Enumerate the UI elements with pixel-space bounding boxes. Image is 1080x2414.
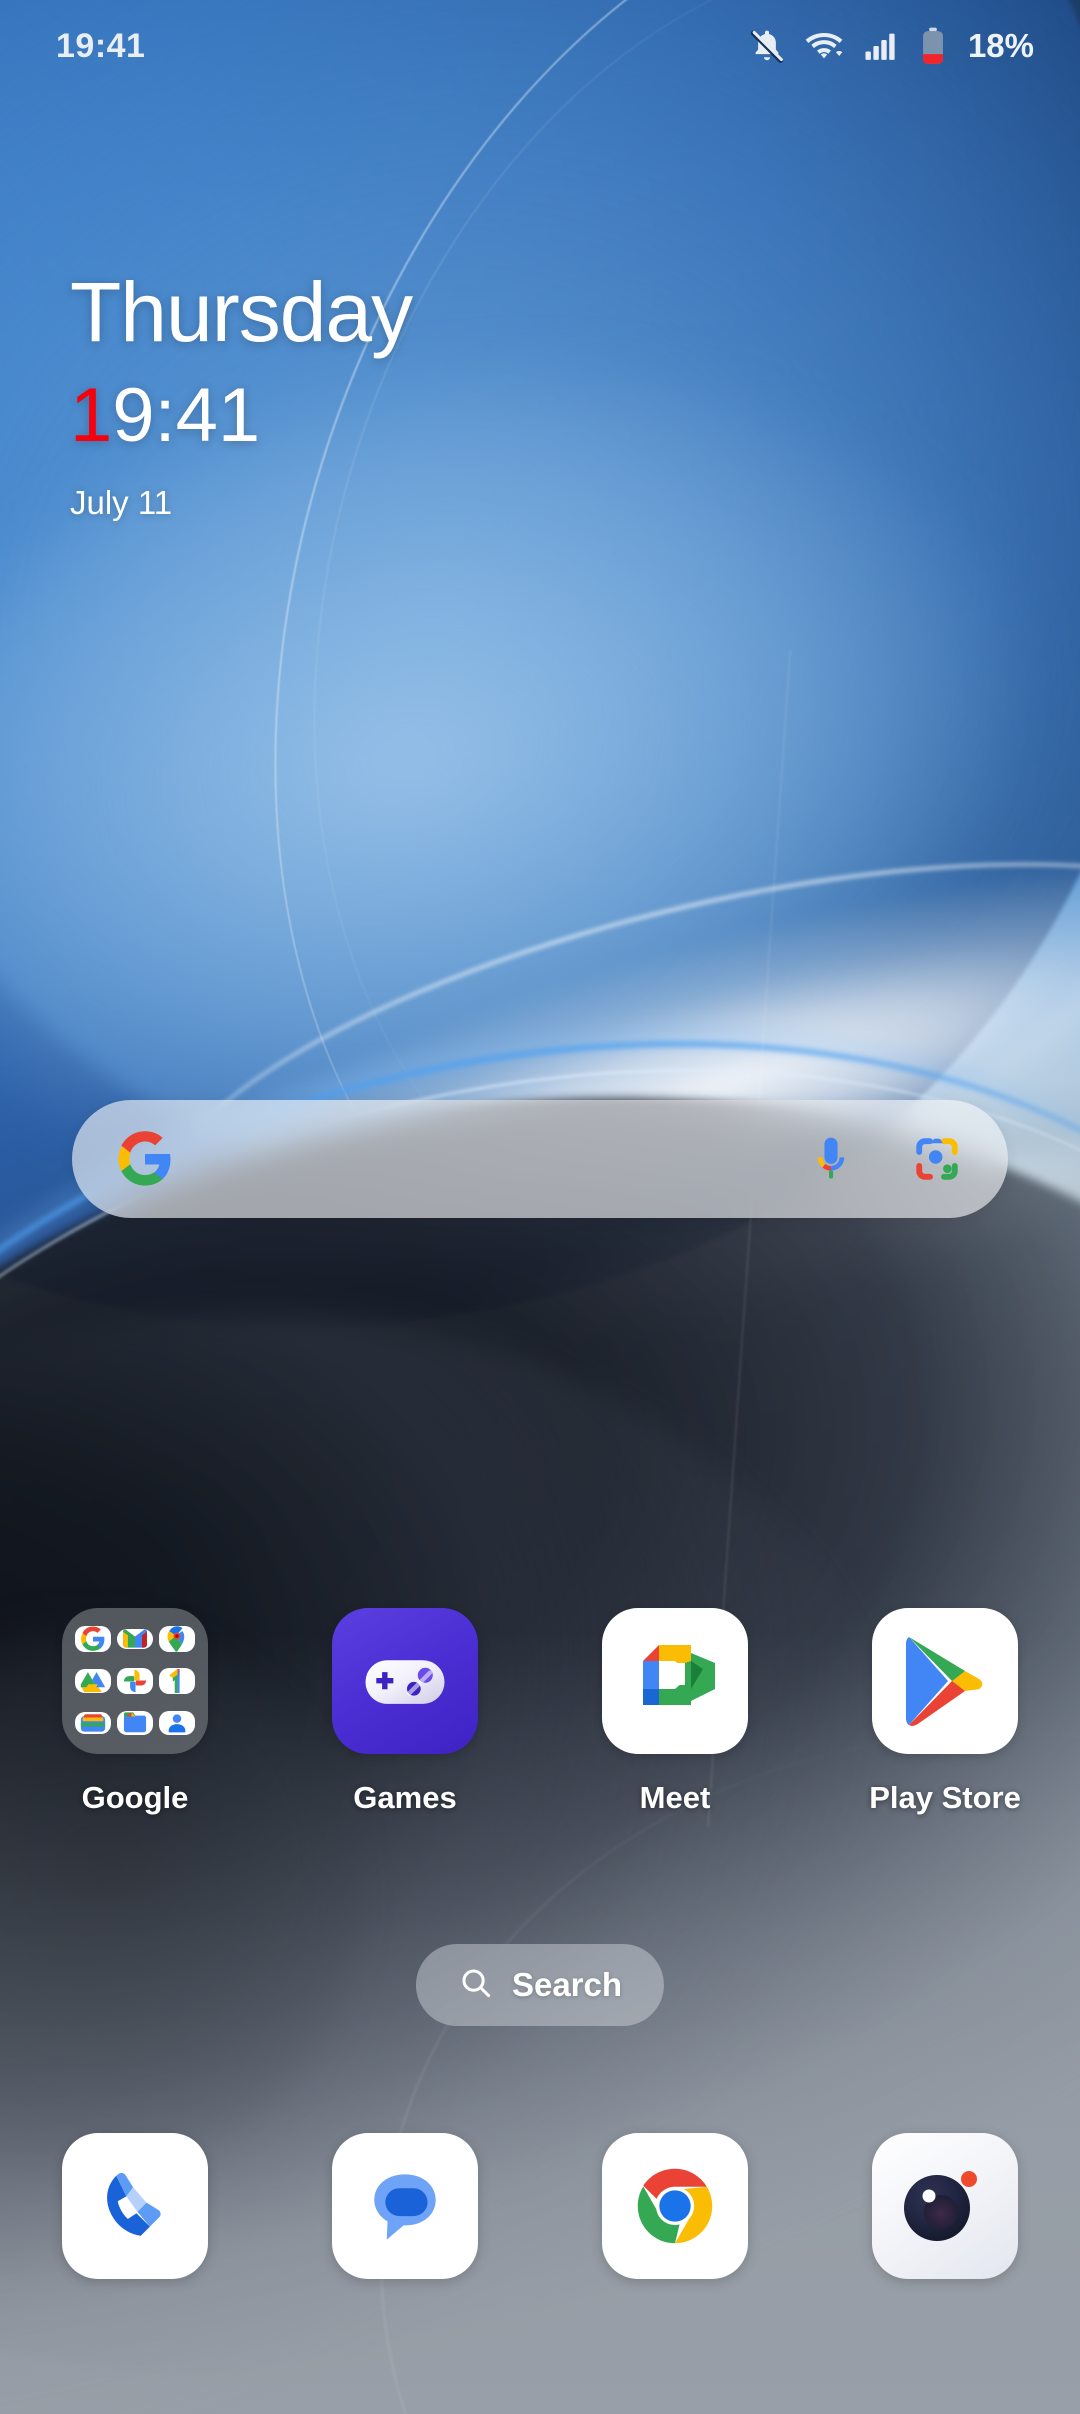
google-search-bar[interactable]	[72, 1100, 1008, 1218]
dock-cell-chrome[interactable]	[540, 2133, 810, 2279]
google-gallery-mini-icon	[117, 1711, 153, 1735]
google-wallet-mini-icon	[75, 1712, 111, 1734]
clock-widget[interactable]: Thursday 19:41 July 11	[70, 265, 413, 522]
app-grid: Google Games Meet Play Store	[0, 1608, 1080, 1816]
app-label-meet: Meet	[639, 1780, 711, 1815]
google-drive-mini-icon	[75, 1669, 111, 1693]
dock	[0, 2133, 1080, 2279]
gmail-mini-icon	[117, 1629, 153, 1649]
microphone-icon[interactable]	[804, 1132, 858, 1186]
chrome-icon[interactable]	[602, 2133, 748, 2279]
cellular-signal-icon	[862, 27, 900, 65]
status-bar-icons: 18%	[748, 26, 1034, 66]
status-bar: 19:41 18%	[0, 0, 1080, 92]
dock-cell-phone[interactable]	[0, 2133, 270, 2279]
google-contacts-mini-icon	[159, 1711, 195, 1735]
google-g-logo	[116, 1130, 174, 1188]
google-photos-mini-icon	[117, 1668, 153, 1694]
google-search-mini-icon	[75, 1626, 111, 1652]
games-icon[interactable]	[332, 1608, 478, 1754]
clock-day-label: Thursday	[70, 265, 413, 359]
status-bar-clock: 19:41	[56, 26, 146, 65]
search-pill-label: Search	[511, 1966, 623, 2003]
google-lens-icon[interactable]	[910, 1132, 964, 1186]
app-cell-games[interactable]: Games	[270, 1608, 540, 1816]
app-label-games: Games	[353, 1780, 457, 1815]
app-cell-play-store[interactable]: Play Store	[810, 1608, 1080, 1816]
google-meet-icon[interactable]	[602, 1608, 748, 1754]
camera-icon[interactable]	[872, 2133, 1018, 2279]
notifications-off-icon	[748, 27, 786, 65]
clock-time-rest: 9:41	[112, 373, 261, 458]
clock-time-label: 19:41	[70, 378, 412, 454]
dock-cell-camera[interactable]	[810, 2133, 1080, 2279]
messages-icon[interactable]	[332, 2133, 478, 2279]
app-label-play-store: Play Store	[869, 1780, 1021, 1815]
dock-cell-messages[interactable]	[270, 2133, 540, 2279]
magnifier-icon	[458, 1965, 494, 2006]
google-one-mini-icon	[159, 1668, 195, 1694]
battery-percent-label: 18%	[967, 27, 1034, 64]
clock-hour-accent-digit: 1	[70, 373, 113, 458]
google-maps-mini-icon	[159, 1626, 195, 1652]
battery-low-icon	[918, 27, 948, 65]
search-pill-button[interactable]: Search	[415, 1944, 665, 2026]
wifi-icon	[804, 26, 844, 66]
app-cell-google-folder[interactable]: Google	[0, 1608, 270, 1816]
clock-date-label: July 11	[70, 484, 173, 521]
app-label-google: Google	[81, 1780, 189, 1815]
google-play-store-icon[interactable]	[872, 1608, 1018, 1754]
phone-icon[interactable]	[62, 2133, 208, 2279]
app-cell-meet[interactable]: Meet	[540, 1608, 810, 1816]
folder-google-icon[interactable]	[62, 1608, 208, 1754]
